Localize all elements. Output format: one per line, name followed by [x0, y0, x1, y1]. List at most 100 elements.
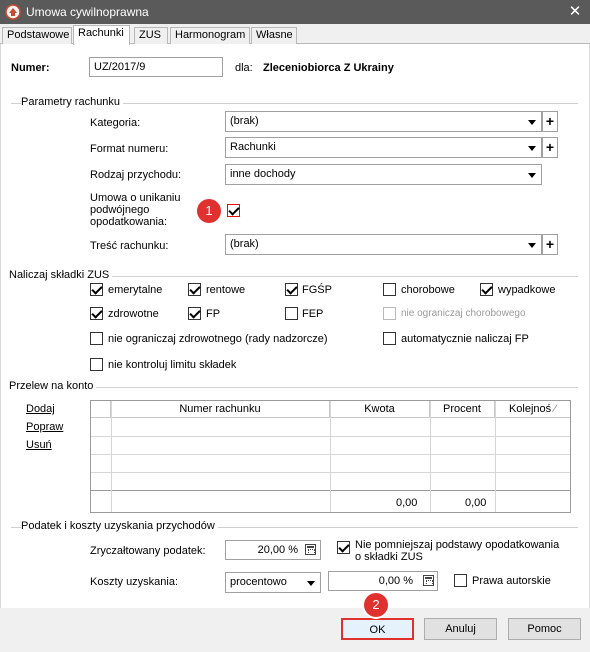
- app-icon: [5, 4, 21, 20]
- table-corner: [91, 401, 111, 418]
- dla-value: Zleceniobiorca Z Ukrainy: [263, 62, 394, 74]
- grid-line: [430, 401, 431, 512]
- tab-strip: Podstawowe Rachunki ZUS Harmonogram Włas…: [0, 24, 590, 45]
- nie-pomniejszaj-label-line2: o składki ZUS: [355, 551, 423, 563]
- format-value: Rachunki: [230, 141, 276, 153]
- usun-link[interactable]: Usuń: [26, 439, 52, 451]
- grid-line: [111, 401, 112, 512]
- help-button[interactable]: Pomoc: [508, 618, 581, 640]
- kolejnosc-label: Kolejnoś: [508, 403, 552, 415]
- column-header-kwota[interactable]: Kwota: [330, 401, 430, 418]
- prawa-autorskie-label: Prawa autorskie: [472, 575, 551, 587]
- rodzaj-label: Rodzaj przychodu:: [90, 169, 182, 181]
- format-add-button[interactable]: +: [542, 137, 558, 158]
- koszty-type-select[interactable]: procentowo: [225, 572, 321, 593]
- tresc-add-button[interactable]: +: [542, 234, 558, 255]
- close-icon[interactable]: ✕: [560, 0, 590, 24]
- chevron-down-icon: [528, 146, 536, 151]
- total-kwota: 0,00: [396, 497, 418, 509]
- tab-rachunki[interactable]: Rachunki: [73, 25, 130, 45]
- tab-content: Numer: UZ/2017/9 dla: Zleceniobiorca Z U…: [0, 44, 590, 608]
- tresc-value: (brak): [230, 238, 259, 250]
- section-parametry-title: Parametry rachunku: [21, 96, 124, 108]
- annotation-marker-2: 2: [364, 593, 388, 617]
- fgsp-label: FGŚP: [302, 284, 332, 296]
- tab-wlasne[interactable]: Własne: [251, 27, 297, 44]
- kategoria-label: Kategoria:: [90, 117, 141, 129]
- nie-ogr-chorobowego-checkbox: [383, 307, 396, 320]
- auto-fp-checkbox[interactable]: [383, 332, 396, 345]
- umowa-label-line3: opodatkowania:: [90, 216, 168, 228]
- numer-field[interactable]: UZ/2017/9: [89, 57, 223, 77]
- nie-ogr-zdrowotnego-checkbox[interactable]: [90, 332, 103, 345]
- column-header-procent[interactable]: Procent: [430, 401, 495, 418]
- kategoria-select[interactable]: (brak): [225, 111, 542, 132]
- cancel-button[interactable]: Anuluj: [424, 618, 497, 640]
- column-header-kolejnosc[interactable]: Kolejnoś ⁄: [495, 401, 570, 418]
- section-podatek-title: Podatek i koszty uzyskania przychodów: [21, 520, 218, 532]
- annotation-marker-1: 1: [197, 199, 221, 223]
- koszty-label: Koszty uzyskania:: [90, 576, 179, 588]
- popraw-link[interactable]: Popraw: [26, 421, 63, 433]
- section-przelew-title: Przelew na konto: [9, 380, 97, 392]
- umowa-checkbox[interactable]: [227, 204, 240, 217]
- zryczalt-label: Zryczałtowany podatek:: [90, 545, 206, 557]
- koszty-value-field[interactable]: 0,00 %: [328, 571, 438, 591]
- numer-label: Numer:: [11, 62, 50, 74]
- tab-harmonogram[interactable]: Harmonogram: [170, 27, 250, 44]
- tab-zus[interactable]: ZUS: [134, 27, 168, 44]
- sort-icon: ⁄: [554, 403, 557, 415]
- calculator-icon[interactable]: [305, 544, 316, 555]
- rentowe-label: rentowe: [206, 284, 246, 296]
- fgsp-checkbox[interactable]: [285, 283, 298, 296]
- tresc-select[interactable]: (brak): [225, 234, 542, 255]
- auto-fp-label: automatycznie naliczaj FP: [401, 333, 529, 345]
- zdrowotne-checkbox[interactable]: [90, 307, 103, 320]
- nie-ogr-zdrowotnego-label: nie ograniczaj zdrowotnego (rady nadzorc…: [108, 333, 328, 345]
- grid-line: [330, 401, 331, 512]
- koszty-type-value: procentowo: [230, 576, 287, 588]
- emerytalne-checkbox[interactable]: [90, 283, 103, 296]
- chorobowe-checkbox[interactable]: [383, 283, 396, 296]
- dodaj-link[interactable]: Dodaj: [26, 403, 55, 415]
- calculator-icon[interactable]: [423, 575, 434, 586]
- nie-ogr-chorobowego-label: nie ograniczaj chorobowego: [401, 308, 526, 319]
- tresc-label: Treść rachunku:: [90, 240, 169, 252]
- ok-button[interactable]: OK: [341, 618, 414, 640]
- fep-checkbox[interactable]: [285, 307, 298, 320]
- kategoria-add-button[interactable]: +: [542, 111, 558, 132]
- nie-kontroluj-label: nie kontroluj limitu składek: [108, 359, 237, 371]
- grid-line: [495, 401, 496, 512]
- rentowe-checkbox[interactable]: [188, 283, 201, 296]
- chevron-down-icon: [528, 120, 536, 125]
- prawa-autorskie-checkbox[interactable]: [454, 574, 467, 587]
- fp-checkbox[interactable]: [188, 307, 201, 320]
- umowa-label-line1: Umowa o unikaniu: [90, 192, 181, 204]
- chevron-down-icon: [307, 581, 315, 586]
- chorobowe-label: chorobowe: [401, 284, 455, 296]
- section-zus-title: Naliczaj składki ZUS: [9, 269, 113, 281]
- column-header-numer[interactable]: Numer rachunku: [111, 401, 330, 418]
- dla-label: dla:: [235, 62, 253, 74]
- format-select[interactable]: Rachunki: [225, 137, 542, 158]
- tab-podstawowe[interactable]: Podstawowe: [2, 27, 72, 44]
- rodzaj-select[interactable]: inne dochody: [225, 164, 542, 185]
- fp-label: FP: [206, 308, 221, 320]
- chevron-down-icon: [528, 243, 536, 248]
- fep-label: FEP: [302, 308, 324, 320]
- emerytalne-label: emerytalne: [108, 284, 163, 296]
- kategoria-value: (brak): [230, 115, 259, 127]
- rodzaj-value: inne dochody: [230, 168, 296, 180]
- bank-accounts-table[interactable]: Numer rachunku Kwota Procent Kolejnoś ⁄ …: [90, 400, 571, 513]
- nie-pomniejszaj-label-line1: Nie pomniejszaj podstawy opodatkowania: [355, 539, 560, 551]
- total-procent: 0,00: [465, 497, 487, 509]
- chevron-down-icon: [528, 173, 536, 178]
- nie-pomniejszaj-checkbox[interactable]: [337, 541, 350, 554]
- format-label: Format numeru:: [90, 143, 169, 155]
- title-bar: Umowa cywilnoprawna ✕: [0, 0, 590, 24]
- nie-kontroluj-checkbox[interactable]: [90, 358, 103, 371]
- wypadkowe-label: wypadkowe: [498, 284, 556, 296]
- wypadkowe-checkbox[interactable]: [480, 283, 493, 296]
- zdrowotne-label: zdrowotne: [108, 308, 159, 320]
- umowa-label-line2: podwójnego: [90, 204, 150, 216]
